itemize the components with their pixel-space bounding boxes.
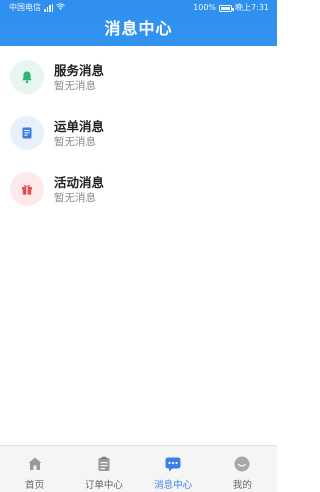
tab-label: 首页 [25,480,45,491]
tab-profile[interactable]: 我的 [208,446,277,492]
tab-label: 订单中心 [84,480,123,491]
tab-messages[interactable]: 消息中心 [139,446,208,492]
message-title: 服务消息 [54,63,105,78]
signal-icon [44,4,53,12]
gift-icon [22,185,32,195]
message-subtitle: 暂无消息 [54,192,96,204]
bell-icon [22,71,32,84]
app-header: 中国电信 100% 晚上7:31 消息中心 [0,0,277,46]
tab-orders[interactable]: 订单中心 [69,446,138,492]
message-item-waybill[interactable]: 运单消息 暂无消息 [0,106,277,162]
tab-label: 消息中心 [154,480,193,491]
page-title: 消息中心 [104,19,173,38]
message-title: 运单消息 [54,119,105,134]
message-subtitle: 暂无消息 [54,80,96,92]
battery-icon [219,4,235,12]
message-subtitle: 暂无消息 [54,136,96,148]
clock: 晚上7:31 [235,3,269,12]
bottom-tab-bar: 首页 订单中心 消息中心 我的 [0,445,277,492]
message-icon-circle [10,60,44,94]
chat-icon [165,457,181,472]
message-icon-circle [10,172,44,206]
home-icon [28,457,42,470]
profile-icon [234,456,250,472]
clipboard-icon [98,456,110,471]
message-item-activity[interactable]: 活动消息 暂无消息 [0,162,277,218]
tab-label: 我的 [232,480,252,491]
message-item-service[interactable]: 服务消息 暂无消息 [0,50,277,106]
status-bar: 中国电信 100% 晚上7:31 [0,0,277,16]
wifi-icon [56,0,65,16]
message-icon-circle [10,116,44,150]
message-title: 活动消息 [54,175,105,190]
battery-percent: 100% [193,3,217,12]
document-icon [22,127,32,139]
tab-home[interactable]: 首页 [0,446,69,492]
carrier-label: 中国电信 [9,3,41,12]
message-list: 服务消息 暂无消息 运单消息 暂无消息 活动消息 暂无消息 [0,50,277,218]
